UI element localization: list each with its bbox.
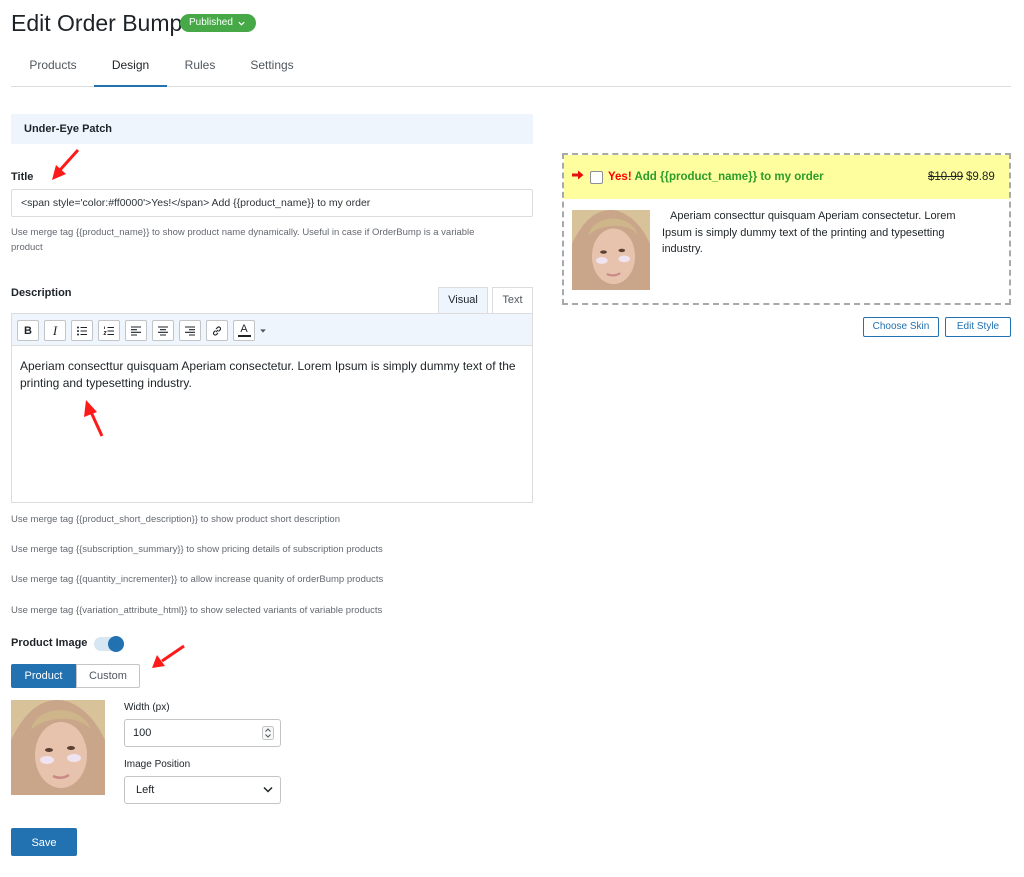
edit-style-button[interactable]: Edit Style [945, 317, 1011, 337]
annotation-arrow-icon [52, 148, 80, 180]
italic-button[interactable]: I [44, 320, 66, 341]
preview-new-price: $9.89 [966, 171, 995, 183]
preview-product-photo [572, 210, 650, 290]
align-left-icon [131, 325, 141, 336]
page-title: Edit Order Bump [11, 10, 183, 36]
bullet-list-button[interactable] [71, 320, 93, 341]
text-color-swatch [237, 335, 251, 337]
image-source-custom[interactable]: Custom [76, 664, 140, 688]
choose-skin-button[interactable]: Choose Skin [863, 317, 939, 337]
status-badge[interactable]: Published [180, 14, 256, 32]
align-right-button[interactable] [179, 320, 201, 341]
align-right-icon [185, 325, 195, 336]
preview-title: Yes! Add {{product_name}} to my order [608, 171, 824, 183]
preview-old-price: $10.99 [928, 171, 964, 183]
text-color-dropdown[interactable] [256, 320, 270, 341]
editor-toolbar: B I A [11, 313, 533, 346]
tab-products[interactable]: Products [20, 50, 86, 87]
tab-visual[interactable]: Visual [438, 287, 488, 313]
title-help-line1: Use merge tag {{product_name}} to show p… [11, 227, 475, 238]
image-position-label: Image Position [124, 759, 191, 770]
chevron-down-icon [263, 786, 273, 793]
bold-button[interactable]: B [17, 320, 39, 341]
tab-design[interactable]: Design [94, 50, 167, 87]
width-value: 100 [133, 727, 152, 739]
preview-description: Aperiam consecttur quisquam Aperiam cons… [662, 210, 956, 255]
product-thumbnail [11, 700, 105, 795]
image-position-select[interactable]: Left [124, 776, 281, 804]
help-quantity-incrementer: Use merge tag {{quantity_incrementer}} t… [11, 574, 384, 585]
help-short-description: Use merge tag {{product_short_descriptio… [11, 514, 340, 525]
width-label: Width (px) [124, 702, 170, 713]
tab-bar: Products Design Rules Settings [11, 50, 1011, 87]
tab-rules[interactable]: Rules [179, 50, 221, 87]
align-center-button[interactable] [152, 320, 174, 341]
image-position-value: Left [136, 784, 155, 796]
status-label: Published [189, 17, 233, 28]
chevron-down-icon [238, 21, 245, 26]
tab-text[interactable]: Text [492, 287, 533, 313]
title-label: Title [11, 171, 34, 183]
annotation-arrow-icon [84, 400, 104, 437]
product-image-toggle-knob[interactable] [108, 636, 124, 652]
numbered-list-icon [103, 326, 114, 335]
caret-down-icon [260, 328, 266, 333]
numbered-list-button[interactable] [98, 320, 120, 341]
title-input[interactable]: <span style='color:#ff0000'>Yes!</span> … [11, 189, 533, 217]
tab-settings[interactable]: Settings [243, 50, 301, 87]
product-image-label: Product Image [11, 637, 88, 649]
preview-checkbox[interactable] [590, 171, 603, 184]
width-input[interactable]: 100 [124, 719, 281, 747]
link-button[interactable] [206, 320, 228, 341]
text-color-button[interactable]: A [233, 320, 255, 341]
align-left-button[interactable] [125, 320, 147, 341]
product-header: Under-Eye Patch [11, 114, 533, 144]
preview-title-yes: Yes! [608, 171, 632, 183]
preview-title-rest: Add {{product_name}} to my order [631, 171, 824, 183]
preview-thumbnail [572, 210, 650, 290]
arrow-right-icon [572, 170, 584, 180]
title-help-line2: product [11, 242, 43, 253]
bullet-list-icon [77, 326, 87, 335]
link-icon [212, 325, 222, 336]
product-photo [11, 700, 105, 795]
text-color-label: A [240, 323, 248, 335]
help-variation-attribute: Use merge tag {{variation_attribute_html… [11, 605, 383, 616]
spinner-icon[interactable] [262, 726, 274, 740]
annotation-arrow-icon [152, 644, 185, 668]
help-subscription-summary: Use merge tag {{subscription_summary}} t… [11, 544, 383, 555]
save-button[interactable]: Save [11, 828, 77, 856]
image-source-product[interactable]: Product [11, 664, 76, 688]
align-center-icon [158, 325, 168, 336]
description-label: Description [11, 287, 72, 299]
